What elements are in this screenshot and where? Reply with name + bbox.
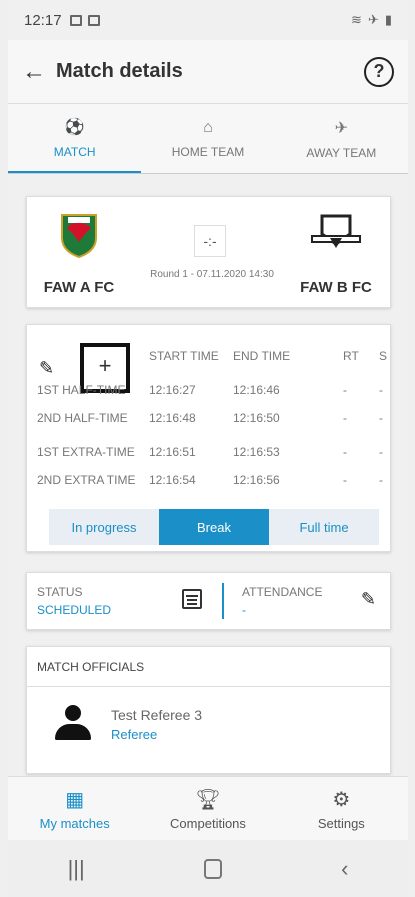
person-icon [55,705,91,745]
state-break[interactable]: Break [159,509,269,545]
plus-icon: + [98,353,112,378]
tab-bar: ⚽ MATCH ⌂ HOME TEAM ✈ AWAY TEAM [8,104,408,174]
system-nav-bar: ||| ‹ [8,840,408,897]
match-state-selector: In progress Break Full time [49,509,379,545]
attendance-value: - [242,603,246,617]
state-full-time[interactable]: Full time [269,509,379,545]
round-info: Round 1 - 07.11.2020 14:30 [150,269,274,280]
back-icon[interactable]: ‹ [341,856,348,882]
battery-icon: ▮ [384,12,392,27]
away-team[interactable]: FAW B FC [296,209,376,296]
clock: 12:17 [24,11,62,29]
help-button[interactable]: ? [364,56,394,87]
home-team[interactable]: FAW A FC [39,209,119,296]
tab-home-team[interactable]: ⌂ HOME TEAM [141,104,274,173]
referee-role: Referee [111,727,158,742]
match-times-card: ✎ + START TIME END TIME RT S 1ST HALF-TI… [26,324,391,552]
officials-heading: MATCH OFFICIALS [27,647,390,687]
main-content: FAW A FC -:- Round 1 - 07.11.2020 14:30 … [8,174,408,776]
tab-away-team[interactable]: ✈ AWAY TEAM [275,104,408,173]
status-bar: 12:17 ≋ ✈ ▮ [8,0,408,40]
status-label: STATUS [37,585,83,599]
attendance-label: ATTENDANCE [242,585,323,599]
airplane-icon: ✈ [334,119,349,137]
soccer-ball-icon: ⚽ [64,118,85,136]
nav-my-matches[interactable]: ▦ My matches [8,777,141,840]
referee-name[interactable]: Test Referee 3 [111,707,202,723]
home-button-icon[interactable] [203,858,222,879]
app-bar: ← Match details ? [8,40,408,104]
tab-match[interactable]: ⚽ MATCH [8,104,142,173]
match-card: FAW A FC -:- Round 1 - 07.11.2020 14:30 … [26,196,391,308]
gear-icon: ⚙ [332,788,351,811]
calendar-icon[interactable] [182,589,202,609]
divider [222,583,224,619]
edit-attendance-icon[interactable]: ✎ [361,589,376,610]
gallery-icon [69,14,82,26]
home-team-name: FAW A FC [43,279,115,296]
score-display: -:- [194,225,226,257]
header-rt: RT [343,349,359,363]
away-team-name: FAW B FC [300,279,372,296]
home-icon: ⌂ [203,118,213,136]
edit-pencil-icon[interactable]: ✎ [39,358,54,379]
status-value: SCHEDULED [37,603,112,617]
header-start-time: START TIME [149,349,219,363]
trophy-icon: 🏆︎ [195,788,221,811]
status-card: STATUS SCHEDULED ATTENDANCE - ✎ [26,572,391,630]
help-icon: ? [373,61,385,81]
recent-apps-icon[interactable]: ||| [68,856,85,882]
calendar-grid-icon: ▦ [65,788,85,811]
state-in-progress[interactable]: In progress [49,509,159,545]
page-title: Match details [56,60,183,82]
header-end-time: END TIME [233,349,291,363]
away-crest-icon [296,209,376,261]
home-crest-icon [39,209,119,261]
wifi-icon: ≋ [351,12,362,27]
nav-settings[interactable]: ⚙ Settings [275,777,408,840]
airplane-mode-icon: ✈ [367,12,379,27]
officials-card: MATCH OFFICIALS Test Referee 3 Referee [26,646,391,774]
back-arrow-icon[interactable]: ← [22,58,56,86]
nav-competitions[interactable]: 🏆︎ Competitions [141,777,274,840]
notification-icon [87,14,100,26]
bottom-nav: ▦ My matches 🏆︎ Competitions ⚙ Settings [8,776,408,840]
header-s: S [379,349,388,363]
